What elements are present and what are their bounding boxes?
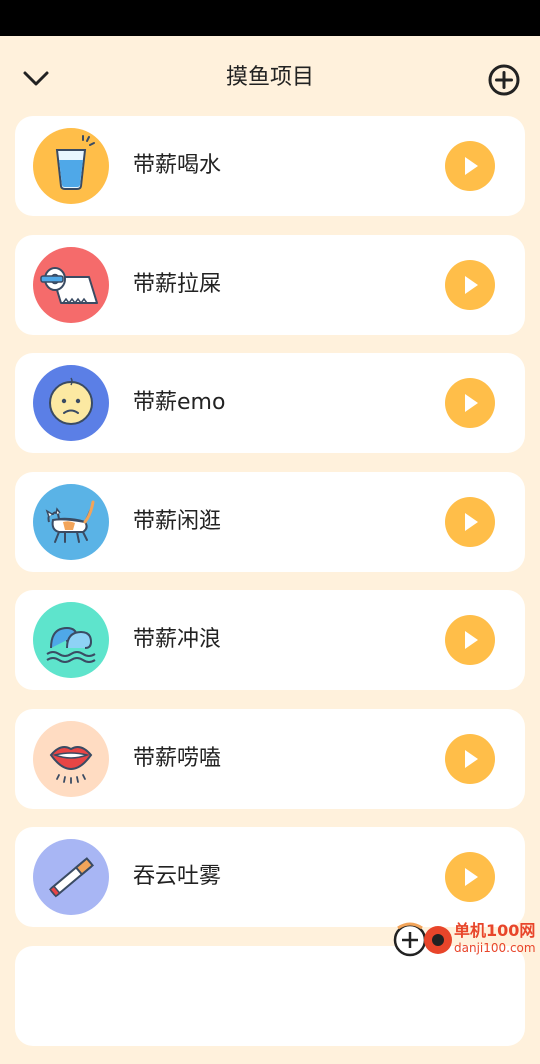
item-label: 带薪拉屎 xyxy=(133,271,222,297)
play-button[interactable] xyxy=(445,141,495,191)
cigarette-icon xyxy=(33,839,109,915)
play-button[interactable] xyxy=(445,733,495,784)
play-button[interactable] xyxy=(445,852,495,902)
status-bar xyxy=(0,0,540,36)
watermark-url: danji100.com xyxy=(454,941,536,955)
watermark-logo-icon xyxy=(393,922,452,957)
play-button[interactable] xyxy=(445,615,495,665)
list-item[interactable]: 带薪喝水 xyxy=(15,116,525,216)
list-item[interactable]: 带薪拉屎 xyxy=(15,234,525,335)
play-button[interactable] xyxy=(445,378,495,428)
list-item[interactable]: 带薪唠嗑 xyxy=(15,708,525,809)
mouth-icon xyxy=(33,720,109,797)
list-item[interactable]: 带薪emo xyxy=(15,353,525,453)
wave-icon xyxy=(33,602,109,678)
app-header: 摸鱼项目 xyxy=(0,36,540,116)
add-circle-icon xyxy=(488,64,520,96)
add-button[interactable] xyxy=(486,62,522,98)
item-label: 带薪喝水 xyxy=(133,153,222,178)
play-button[interactable] xyxy=(445,259,495,310)
sad-face-icon xyxy=(33,365,109,441)
item-label: 带薪冲浪 xyxy=(133,627,222,652)
page-title: 摸鱼项目 xyxy=(225,65,314,90)
list-item[interactable]: 吞云吐雾 xyxy=(15,827,525,927)
list-item[interactable] xyxy=(15,945,525,1046)
water-glass-icon xyxy=(33,128,109,204)
watermark: 单机100网 danji100.com xyxy=(392,918,540,960)
watermark-title: 单机100网 xyxy=(454,921,536,940)
item-label: 吞云吐雾 xyxy=(133,864,222,889)
item-label: 带薪唠嗑 xyxy=(133,745,222,771)
toilet-paper-icon xyxy=(33,246,109,323)
play-button[interactable] xyxy=(445,496,495,547)
list-item[interactable]: 带薪冲浪 xyxy=(15,590,525,690)
item-label: 带薪emo xyxy=(133,390,226,415)
list-item[interactable]: 带薪闲逛 xyxy=(15,471,525,572)
item-label: 带薪闲逛 xyxy=(133,508,222,534)
cat-icon xyxy=(33,483,109,560)
